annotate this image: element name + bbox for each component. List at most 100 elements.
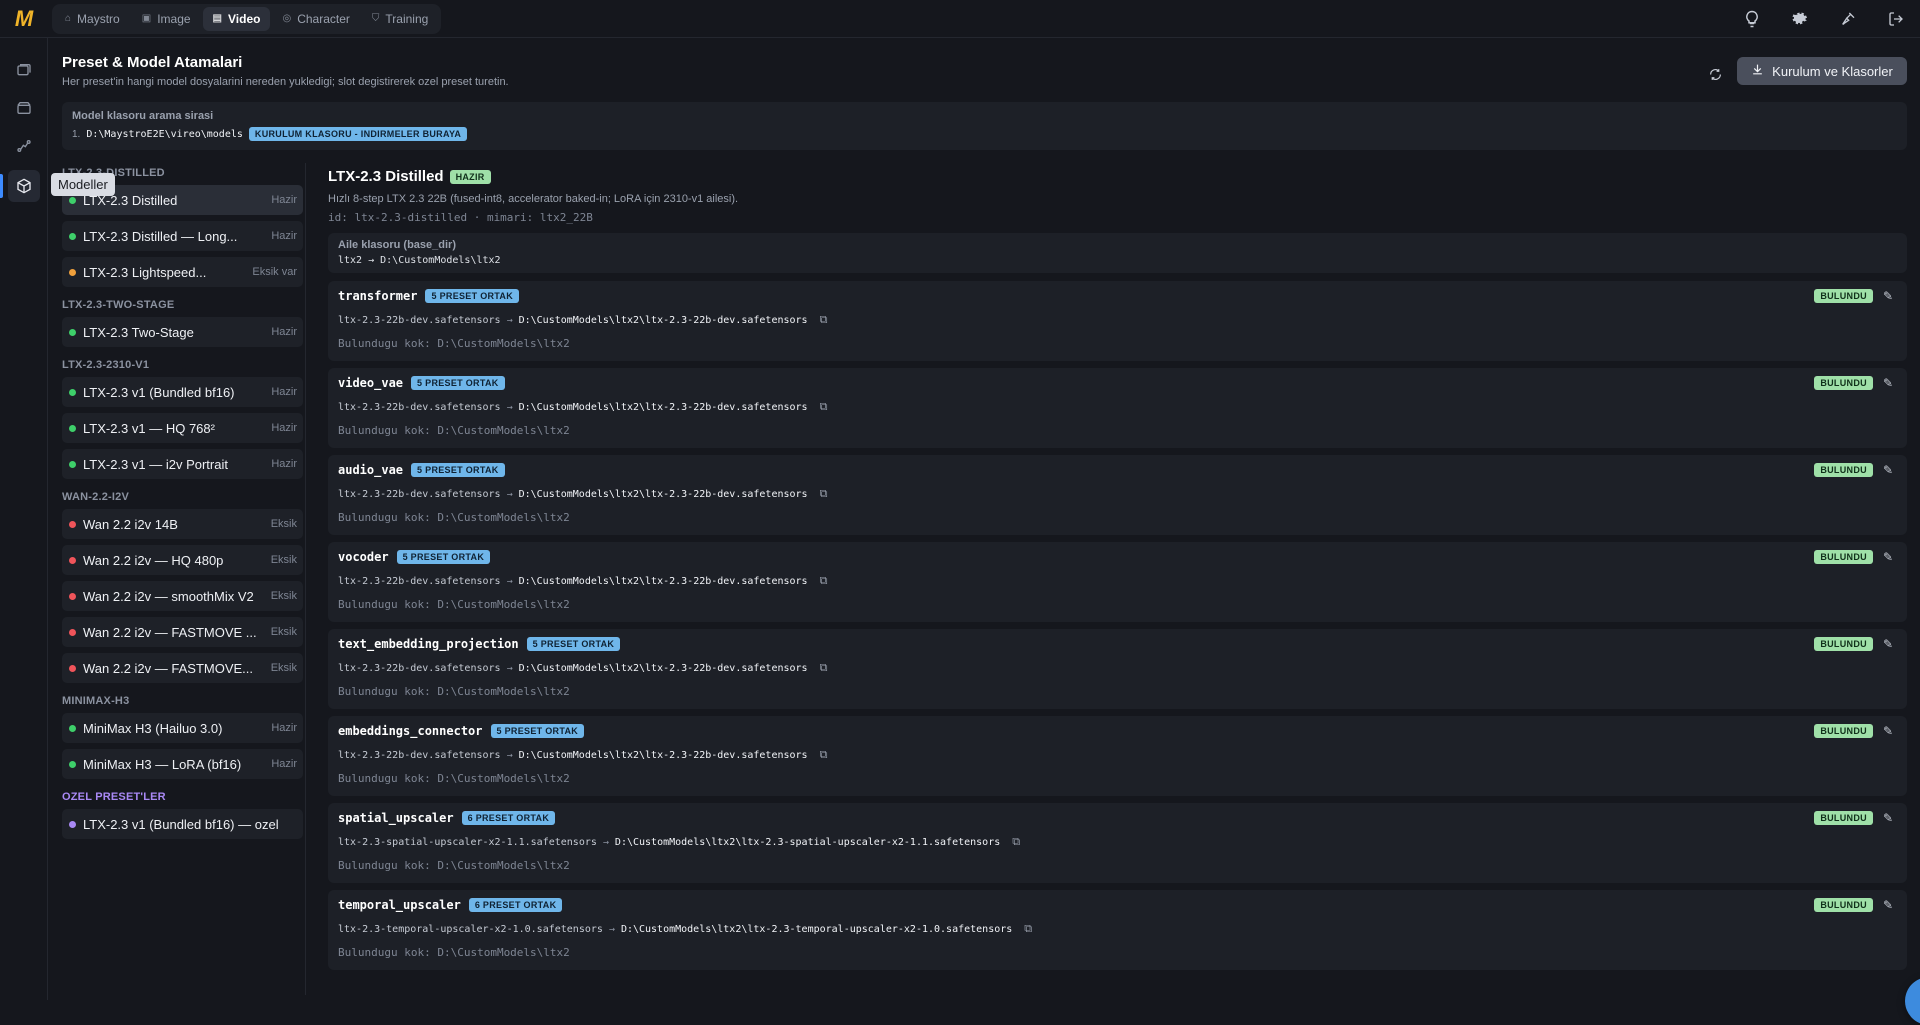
preset-list-item[interactable]: LTX-2.3 Distilled — Long... Hazir bbox=[62, 221, 303, 251]
shared-preset-badge: 5 PRESET ORTAK bbox=[526, 637, 621, 651]
top-tabs: ⌂ Maystro ▣ Image ▤ Video ◎ Character ⛉ Training bbox=[52, 3, 442, 34]
status-dot bbox=[69, 628, 76, 636]
copy-icon[interactable]: ⧉ bbox=[820, 661, 828, 675]
copy-icon[interactable]: ⧉ bbox=[1012, 835, 1020, 849]
slot-name: temporal_upscaler bbox=[338, 898, 461, 912]
preset-list-item[interactable]: LTX-2.3 Lightspeed... Eksik var bbox=[62, 257, 303, 287]
slot-source-file: ltx-2.3-22b-dev.safetensors bbox=[338, 749, 501, 761]
edit-pencil-icon[interactable]: ✎ bbox=[1883, 376, 1893, 390]
slot-name: transformer bbox=[338, 289, 418, 303]
detail-title-row: LTX-2.3 Distilled HAZIR bbox=[328, 168, 491, 185]
model-slot-card: temporal_upscaler 6 PRESET ORTAK ltx-2.3-t… bbox=[328, 890, 1907, 970]
status-dot bbox=[69, 724, 76, 732]
copy-icon[interactable]: ⧉ bbox=[820, 574, 828, 588]
preset-list-item[interactable]: Wan 2.2 i2v — HQ 480p Eksik bbox=[62, 545, 303, 575]
edit-pencil-icon[interactable]: ✎ bbox=[1883, 898, 1893, 912]
preset-list-item[interactable]: LTX-2.3 v1 (Bundled bf16) — ozel bbox=[62, 809, 303, 839]
slot-name: audio_vae bbox=[338, 463, 404, 477]
tab-maystro[interactable]: ⌂ Maystro bbox=[55, 7, 130, 31]
slot-name: video_vae bbox=[338, 376, 404, 390]
preset-name: Wan 2.2 i2v — smoothMix V2 bbox=[83, 588, 254, 604]
preset-name: LTX-2.3 Lightspeed... bbox=[83, 264, 207, 280]
preset-name: Wan 2.2 i2v — FASTMOVE... bbox=[83, 660, 254, 676]
slot-source-file: ltx-2.3-spatial-upscaler-x2-1.1.safetens… bbox=[338, 836, 597, 848]
tab-video[interactable]: ▤ Video bbox=[202, 6, 271, 31]
status-dot bbox=[69, 460, 76, 468]
slot-source-file: ltx-2.3-22b-dev.safetensors bbox=[338, 314, 501, 326]
lightbulb-icon[interactable] bbox=[1728, 0, 1776, 38]
preset-status: Eksik bbox=[270, 590, 297, 602]
edit-pencil-icon[interactable]: ✎ bbox=[1883, 811, 1893, 825]
gear-icon[interactable] bbox=[1776, 0, 1824, 38]
setup-folders-button[interactable]: Kurulum ve Klasorler bbox=[1737, 57, 1907, 85]
edit-pencil-icon[interactable]: ✎ bbox=[1883, 463, 1893, 477]
status-dot bbox=[69, 328, 76, 336]
preset-list-item[interactable]: LTX-2.3 Two-Stage Hazir bbox=[62, 317, 303, 347]
arrow-icon: → bbox=[506, 488, 513, 500]
broom-icon[interactable] bbox=[1824, 0, 1872, 38]
found-badge: BULUNDU bbox=[1814, 376, 1873, 390]
app-logo[interactable]: M bbox=[0, 0, 48, 38]
preset-list-item[interactable]: Wan 2.2 i2v — smoothMix V2 Eksik bbox=[62, 581, 303, 611]
edit-pencil-icon[interactable]: ✎ bbox=[1883, 289, 1893, 303]
preset-status: Hazir bbox=[271, 230, 297, 242]
model-slot-card: spatial_upscaler 6 PRESET ORTAK ltx-2.3-sp… bbox=[328, 803, 1907, 883]
copy-icon[interactable]: ⧉ bbox=[1024, 922, 1032, 936]
home-icon: ⌂ bbox=[65, 13, 72, 24]
preset-list-item[interactable]: LTX-2.3 v1 (Bundled bf16) Hazir bbox=[62, 377, 303, 407]
tab-label: Video bbox=[228, 11, 261, 26]
arrow-icon: → bbox=[506, 575, 513, 587]
tab-training[interactable]: ⛉ Training bbox=[362, 7, 438, 31]
preset-list-item[interactable]: MiniMax H3 (Hailuo 3.0) Hazir bbox=[62, 713, 303, 743]
clapperboard-icon[interactable] bbox=[8, 92, 40, 124]
preset-group-header: LTX-2.3-TWO-STAGE bbox=[62, 299, 175, 311]
refresh-icon[interactable] bbox=[1705, 64, 1725, 84]
workflow-icon[interactable] bbox=[8, 130, 40, 162]
status-dot bbox=[69, 592, 76, 600]
slot-resolved-path: D:\CustomModels\ltx2\ltx-2.3-22b-dev.saf… bbox=[518, 662, 808, 674]
status-dot bbox=[69, 196, 76, 204]
edit-pencil-icon[interactable]: ✎ bbox=[1883, 724, 1893, 738]
shared-preset-badge: 5 PRESET ORTAK bbox=[490, 724, 585, 738]
copy-icon[interactable]: ⧉ bbox=[820, 313, 828, 327]
arrow-icon: → bbox=[602, 836, 609, 848]
slot-root: Bulundugu kok: D:\CustomModels\ltx2 bbox=[338, 598, 570, 611]
slot-name: text_embedding_projection bbox=[338, 637, 519, 651]
arrow-icon: → bbox=[506, 401, 513, 413]
slot-source-file: ltx-2.3-22b-dev.safetensors bbox=[338, 575, 501, 587]
preset-list-item[interactable]: Wan 2.2 i2v 14B Eksik bbox=[62, 509, 303, 539]
slot-resolved-path: D:\CustomModels\ltx2\ltx-2.3-22b-dev.saf… bbox=[518, 488, 808, 500]
status-dot bbox=[69, 760, 76, 768]
assistant-bot-button[interactable] bbox=[1905, 977, 1920, 1025]
preset-list-item[interactable]: Wan 2.2 i2v — FASTMOVE... Eksik bbox=[62, 653, 303, 683]
preset-list-item[interactable]: MiniMax H3 — LoRA (bf16) Hazir bbox=[62, 749, 303, 779]
copy-icon[interactable]: ⧉ bbox=[820, 487, 828, 501]
preset-status: Hazir bbox=[271, 458, 297, 470]
status-dot bbox=[69, 424, 76, 432]
slot-root: Bulundugu kok: D:\CustomModels\ltx2 bbox=[338, 772, 570, 785]
arrow-icon: → bbox=[506, 314, 513, 326]
preset-list-item[interactable]: Wan 2.2 i2v — FASTMOVE ... Eksik bbox=[62, 617, 303, 647]
edit-pencil-icon[interactable]: ✎ bbox=[1883, 550, 1893, 564]
copy-icon[interactable]: ⧉ bbox=[820, 748, 828, 762]
preset-name: LTX-2.3 v1 — i2v Portrait bbox=[83, 456, 228, 472]
rail-tooltip: Modeller bbox=[51, 173, 115, 196]
top-right-actions bbox=[1728, 0, 1920, 38]
preset-list-item[interactable]: LTX-2.3 v1 — HQ 768² Hazir bbox=[62, 413, 303, 443]
models-cube-icon[interactable] bbox=[8, 170, 40, 202]
folder-icon[interactable] bbox=[8, 54, 40, 86]
slot-name: spatial_upscaler bbox=[338, 811, 454, 825]
slot-source-file: ltx-2.3-22b-dev.safetensors bbox=[338, 662, 501, 674]
preset-list-item[interactable]: LTX-2.3 v1 — i2v Portrait Hazir bbox=[62, 449, 303, 479]
preset-status: Eksik bbox=[270, 626, 297, 638]
found-badge: BULUNDU bbox=[1814, 637, 1873, 651]
preset-status: Hazir bbox=[271, 722, 297, 734]
tab-image[interactable]: ▣ Image bbox=[132, 7, 201, 31]
logout-icon[interactable] bbox=[1872, 0, 1920, 38]
preset-group-header: LTX-2.3-2310-V1 bbox=[62, 359, 150, 371]
copy-icon[interactable]: ⧉ bbox=[820, 400, 828, 414]
tab-character[interactable]: ◎ Character bbox=[272, 7, 359, 31]
edit-pencil-icon[interactable]: ✎ bbox=[1883, 637, 1893, 651]
preset-status: Hazir bbox=[271, 194, 297, 206]
slot-resolved-path: D:\CustomModels\ltx2\ltx-2.3-22b-dev.saf… bbox=[518, 749, 808, 761]
